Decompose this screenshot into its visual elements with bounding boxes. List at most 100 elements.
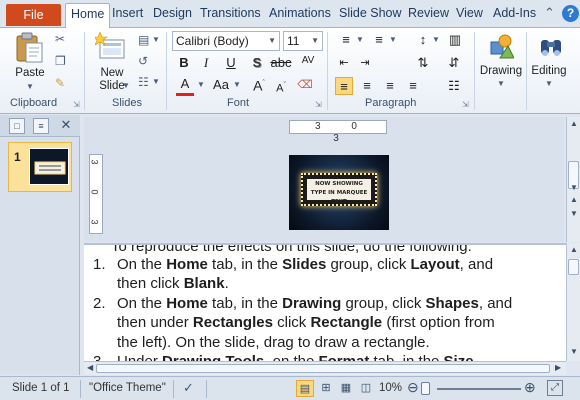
clipboard-launcher-icon[interactable]: ⇲ [73, 100, 80, 109]
paste-icon[interactable] [14, 32, 44, 64]
scroll-right-icon[interactable]: ▶ [555, 363, 561, 372]
line-spacing-icon[interactable]: ↕ [413, 31, 433, 49]
increase-indent-icon[interactable]: ⇥ [356, 54, 374, 72]
spell-check-icon[interactable]: ✓ [183, 380, 194, 396]
fit-slide-icon[interactable]: ⤢ [547, 380, 563, 396]
align-left-icon[interactable]: ≡ [335, 77, 353, 95]
marquee-sign[interactable]: NOW SHOWING TYPE IN MARQUEE TEXT [301, 173, 377, 206]
binoculars-icon[interactable] [538, 32, 564, 60]
editing-button[interactable]: Editing [527, 65, 571, 78]
line-spacing-dropdown-icon[interactable]: ▼ [432, 35, 440, 44]
slides-group-label: Slides [112, 97, 142, 109]
align-right-icon[interactable]: ≡ [381, 77, 399, 95]
font-launcher-icon[interactable]: ⇲ [315, 100, 322, 109]
zoom-out-icon[interactable]: ⊖ [407, 379, 419, 396]
slide-thumbnail[interactable]: 1 [8, 142, 72, 192]
scroll-left-icon[interactable]: ◀ [87, 363, 93, 372]
notes-pane[interactable]: To reproduce the effects on this slide, … [84, 243, 566, 361]
underline-icon[interactable]: U [222, 54, 240, 72]
tab-home[interactable]: Home [65, 3, 111, 29]
section-icon[interactable]: ☷ [138, 75, 149, 89]
numbering-dropdown-icon[interactable]: ▼ [389, 35, 397, 44]
scroll-up-icon[interactable]: ▲ [568, 245, 580, 254]
paragraph-launcher-icon[interactable]: ⇲ [462, 100, 469, 109]
previous-slide-icon[interactable]: ▲ [568, 195, 580, 204]
font-size-combo[interactable]: 11 ▼ [283, 31, 323, 51]
zoom-slider-track[interactable] [437, 388, 521, 390]
slide-vertical-scrollbar[interactable]: ▲ ▼ ▲ ▼ [566, 117, 580, 242]
align-center-icon[interactable]: ≡ [358, 77, 376, 95]
notes-horizontal-scrollbar[interactable]: ◀ ▶ [84, 361, 566, 375]
strikethrough-icon[interactable]: abc [270, 54, 292, 72]
scroll-down-icon[interactable]: ▼ [568, 347, 580, 356]
slide-sorter-view-icon[interactable]: ⊞ [317, 380, 335, 397]
tab-design[interactable]: Design [153, 6, 192, 20]
scrollbar-thumb[interactable] [568, 259, 579, 275]
copy-icon[interactable]: ❐ [55, 54, 66, 68]
section-dropdown-icon[interactable]: ▼ [152, 77, 160, 86]
bold-icon[interactable]: B [175, 54, 193, 72]
shadow-icon[interactable]: S [248, 54, 266, 72]
file-tab[interactable]: File [6, 4, 61, 26]
new-slide-dropdown-icon[interactable]: ▼ [122, 81, 130, 90]
scroll-down-icon[interactable]: ▼ [568, 183, 580, 192]
zoom-slider-knob[interactable] [421, 382, 430, 395]
paste-dropdown-icon[interactable]: ▼ [26, 82, 34, 91]
drawing-button[interactable]: Drawing [478, 65, 524, 78]
slide-show-view-icon[interactable]: ◫ [357, 380, 375, 397]
slide-canvas[interactable]: NOW SHOWING TYPE IN MARQUEE TEXT [289, 155, 389, 230]
cut-icon[interactable]: ✂ [55, 32, 65, 46]
tab-animations[interactable]: Animations [269, 6, 331, 20]
layout-dropdown-icon[interactable]: ▼ [152, 35, 160, 44]
columns-icon[interactable]: ▥ [444, 31, 466, 49]
clear-formatting-icon[interactable]: ⌫ [296, 76, 314, 94]
new-slide-icon[interactable] [95, 32, 127, 62]
close-icon[interactable]: ✕ [58, 118, 74, 134]
drawing-shapes-icon[interactable] [488, 32, 514, 60]
layout-icon[interactable]: ▤ [138, 33, 149, 47]
change-case-dropdown-icon[interactable]: ▼ [233, 80, 241, 89]
paste-button[interactable]: Paste [14, 67, 46, 80]
format-painter-icon[interactable]: ✎ [55, 76, 65, 90]
zoom-level[interactable]: 10% [379, 382, 402, 394]
slides-view-tab[interactable]: □ [9, 118, 25, 134]
grow-font-icon[interactable]: Aˆ [250, 75, 268, 94]
editing-dropdown-icon[interactable]: ▼ [545, 79, 553, 88]
numbering-icon[interactable]: ≡ [368, 31, 390, 49]
reset-icon[interactable]: ↺ [138, 54, 148, 68]
tab-view[interactable]: View [456, 6, 483, 20]
italic-icon[interactable]: I [197, 54, 215, 72]
smartart-icon[interactable]: ☷ [444, 77, 464, 95]
font-color-dropdown-icon[interactable]: ▼ [197, 80, 205, 89]
text-direction-icon[interactable]: ⇅ [413, 54, 433, 72]
next-slide-icon[interactable]: ▼ [568, 209, 580, 218]
character-spacing-icon[interactable]: AV [296, 52, 320, 70]
tab-review[interactable]: Review [408, 6, 449, 20]
bullets-icon[interactable]: ≡ [335, 31, 357, 49]
decrease-indent-icon[interactable]: ⇤ [335, 54, 353, 72]
theme-name[interactable]: "Office Theme" [89, 382, 166, 394]
bullets-dropdown-icon[interactable]: ▼ [356, 35, 364, 44]
drawing-dropdown-icon[interactable]: ▼ [497, 79, 505, 88]
tab-add-ins[interactable]: Add-Ins [493, 6, 536, 20]
tab-slide-show[interactable]: Slide Show [339, 6, 402, 20]
slide-thumbnail-image [29, 148, 69, 185]
reading-view-icon[interactable]: ▦ [337, 380, 355, 397]
vertical-ruler: 3 0 3 [89, 154, 103, 234]
notes-vertical-scrollbar[interactable]: ▲ ▼ [566, 243, 580, 361]
font-color-icon[interactable]: A [176, 76, 194, 96]
zoom-in-icon[interactable]: ⊕ [524, 379, 536, 396]
change-case-icon[interactable]: Aa [208, 76, 234, 94]
align-text-icon[interactable]: ⇵ [444, 54, 464, 72]
justify-icon[interactable]: ≡ [404, 77, 422, 95]
normal-view-icon[interactable]: ▤ [296, 380, 314, 397]
outline-view-tab[interactable]: ≡ [33, 118, 49, 134]
tab-transitions[interactable]: Transitions [200, 6, 261, 20]
minimize-ribbon-icon[interactable]: ⌃ [544, 5, 555, 21]
help-icon[interactable]: ? [562, 5, 579, 22]
scrollbar-thumb[interactable] [96, 364, 550, 373]
shrink-font-icon[interactable]: Aˇ [272, 77, 290, 95]
font-name-combo[interactable]: Calibri (Body) ▼ [172, 31, 280, 51]
scroll-up-icon[interactable]: ▲ [568, 119, 580, 128]
tab-insert[interactable]: Insert [112, 6, 143, 20]
